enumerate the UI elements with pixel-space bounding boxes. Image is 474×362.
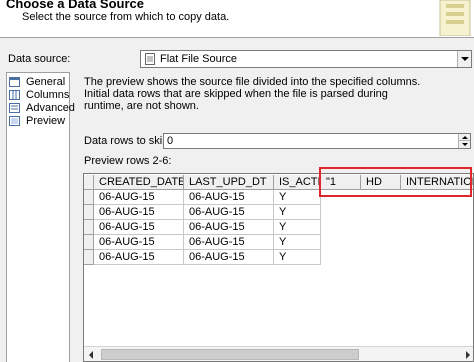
row-header[interactable] xyxy=(84,250,94,265)
data-source-dropdown[interactable]: Flat File Source xyxy=(140,50,472,68)
advanced-icon xyxy=(9,103,20,113)
table-cell: 06-AUG-15 xyxy=(94,205,184,220)
spin-down-icon[interactable] xyxy=(458,141,470,148)
table-cell: 06-AUG-15 xyxy=(184,220,274,235)
column-header[interactable]: LAST_UPD_DT xyxy=(184,175,274,190)
preview-description: The preview shows the source file divide… xyxy=(84,76,421,112)
wizard-header: Choose a Data Source Select the source f… xyxy=(0,0,474,38)
column-header[interactable]: CREATED_DATE xyxy=(94,175,184,190)
nav-item-preview[interactable]: Preview xyxy=(9,115,69,128)
preview-rows-label: Preview rows 2-6: xyxy=(84,155,172,167)
nav-item-columns[interactable]: Columns xyxy=(9,89,69,102)
table-cell: Y xyxy=(274,190,321,205)
table-cell: Y xyxy=(274,220,321,235)
table-cell: 06-AUG-15 xyxy=(184,235,274,250)
preview-icon xyxy=(9,116,20,126)
annotation-highlight-box xyxy=(319,167,472,197)
row-header[interactable] xyxy=(84,220,94,235)
table-cell: Y xyxy=(274,205,321,220)
nav-item-label: Advanced xyxy=(26,102,75,114)
chevron-down-icon[interactable] xyxy=(457,51,471,67)
table-cell: 06-AUG-15 xyxy=(94,220,184,235)
row-header[interactable] xyxy=(84,190,94,205)
table-cell: 06-AUG-15 xyxy=(94,190,184,205)
rows-to-skip-value[interactable]: 0 xyxy=(167,135,173,147)
rows-to-skip-label: Data rows to skip: xyxy=(84,135,172,147)
spin-up-icon[interactable] xyxy=(458,134,470,141)
scroll-left-icon[interactable] xyxy=(84,347,99,361)
table-cell: 06-AUG-15 xyxy=(94,235,184,250)
row-header[interactable] xyxy=(84,205,94,220)
page-subtitle: Select the source from which to copy dat… xyxy=(22,11,230,23)
data-source-value: Flat File Source xyxy=(160,53,238,65)
data-source-label: Data source: xyxy=(8,53,71,65)
table-cell: Y xyxy=(274,235,321,250)
grid-corner xyxy=(84,175,94,190)
table-cell: 06-AUG-15 xyxy=(184,205,274,220)
table-cell: 06-AUG-15 xyxy=(184,250,274,265)
table-cell: 06-AUG-15 xyxy=(94,250,184,265)
horizontal-scrollbar[interactable] xyxy=(84,346,473,361)
nav-item-advanced[interactable]: Advanced xyxy=(9,102,75,115)
flat-file-icon xyxy=(145,53,155,65)
preview-grid[interactable]: CREATED_DATE LAST_UPD_DT IS_ACTIVE "1 HD… xyxy=(83,173,474,362)
scrollbar-thumb[interactable] xyxy=(101,349,359,360)
table-cell: Y xyxy=(274,250,321,265)
column-header[interactable]: IS_ACTIVE xyxy=(274,175,321,190)
options-nav: General Columns Advanced Preview xyxy=(6,72,75,362)
wizard-banner-icon xyxy=(439,0,471,36)
nav-item-label: General xyxy=(26,76,66,88)
nav-item-general[interactable]: General xyxy=(9,76,69,89)
page-title: Choose a Data Source xyxy=(6,0,144,11)
columns-icon xyxy=(9,90,20,100)
row-header[interactable] xyxy=(84,235,94,250)
rows-to-skip-stepper[interactable]: 0 xyxy=(163,133,471,149)
nav-item-label: Columns xyxy=(26,89,70,101)
scroll-right-icon[interactable] xyxy=(460,347,473,361)
table-cell: 06-AUG-15 xyxy=(184,190,274,205)
nav-item-label: Preview xyxy=(26,115,66,127)
general-icon xyxy=(9,77,20,87)
